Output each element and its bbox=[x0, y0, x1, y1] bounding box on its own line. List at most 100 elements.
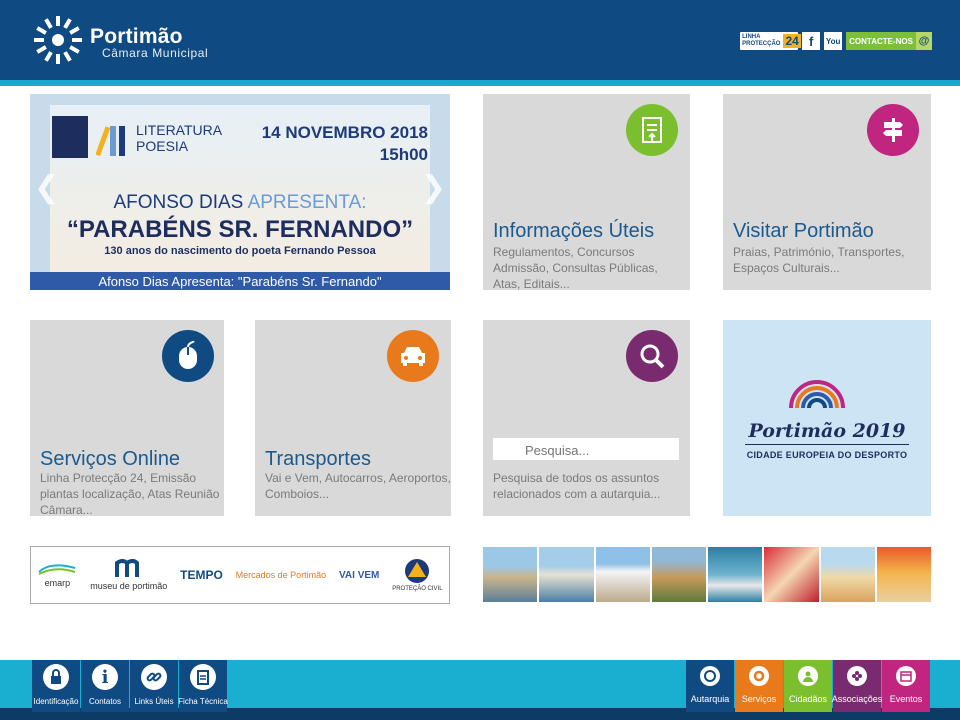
banner-date: 14 NOVEMBRO 2018 bbox=[261, 123, 428, 142]
tile-title: Visitar Portimão bbox=[733, 220, 874, 242]
mouse-icon bbox=[162, 330, 214, 382]
footer-label: Ficha Técnica bbox=[178, 697, 228, 706]
gallery-photo[interactable] bbox=[651, 547, 706, 602]
gear-icon bbox=[749, 666, 769, 686]
gallery-photo[interactable] bbox=[539, 547, 594, 602]
partner-museu[interactable]: museu de portimão bbox=[90, 559, 167, 591]
banner-category: LITERATURA POESIA bbox=[136, 122, 222, 154]
lock-icon bbox=[43, 664, 69, 690]
banner-category-line1: LITERATURA bbox=[136, 122, 223, 138]
banner-headline-plain: AFONSO DIAS bbox=[113, 192, 244, 213]
tile-pesquisa: Pesquisa de todos os assuntos relacionad… bbox=[483, 320, 690, 516]
partner-label: emarp bbox=[44, 578, 71, 588]
tile-informacoes-uteis[interactable]: Informações Úteis Regulamentos, Concurso… bbox=[483, 94, 690, 291]
tile-description: Regulamentos, Concursos Admissão, Consul… bbox=[493, 245, 658, 291]
footer-links-uteis-button[interactable]: Links Úteis bbox=[130, 660, 178, 712]
gallery-photo[interactable] bbox=[595, 547, 650, 602]
tile-servicos-online[interactable]: Serviços Online Linha Protecção 24, Emis… bbox=[30, 320, 224, 517]
partner-protecao-civil[interactable]: PROTEÇÃO CIVIL bbox=[392, 558, 443, 592]
tile-description: Vai e Vem, Autocarros, Aeroportos, Combo… bbox=[265, 471, 451, 501]
partner-label: VAI VEM bbox=[338, 569, 380, 581]
gallery-photo[interactable] bbox=[764, 547, 819, 602]
footer-associacoes-button[interactable]: Associações bbox=[831, 660, 883, 712]
linha-protecao-link[interactable]: LINHA PROTECÇÃO 24 bbox=[740, 32, 801, 50]
gallery-photo[interactable] bbox=[483, 547, 538, 602]
carousel-next-icon[interactable]: ❯ bbox=[421, 170, 446, 205]
footer-label: Autarquia bbox=[690, 694, 730, 704]
portimao-2019-logo-icon bbox=[789, 380, 845, 409]
footer-ficha-tecnica-button[interactable]: Ficha Técnica bbox=[178, 660, 228, 712]
tile-title: Informações Úteis bbox=[493, 220, 655, 242]
email-icon: @ bbox=[916, 32, 932, 50]
tile-description: Praias, Património, Transportes, Espaços… bbox=[733, 245, 905, 275]
footer-label: Eventos bbox=[889, 694, 923, 704]
banner-caption[interactable]: Afonso Dias Apresenta: "Parabéns Sr. Fer… bbox=[30, 272, 450, 290]
autarquia-icon bbox=[700, 666, 720, 686]
header-links: LINHA PROTECÇÃO 24 f You CONTACTE-NOS @ bbox=[740, 32, 932, 50]
site-header: Portimão Câmara Municipal LINHA PROTECÇÃ… bbox=[0, 0, 960, 80]
banner-time: 15h00 bbox=[379, 145, 428, 164]
brand-subtitle: Câmara Municipal bbox=[102, 46, 209, 60]
portimao-logo-icon[interactable] bbox=[32, 14, 84, 66]
footer-label: Serviços bbox=[741, 694, 777, 704]
partner-vai-vem[interactable]: VAI VEM bbox=[339, 570, 379, 581]
link-icon bbox=[141, 664, 167, 690]
partner-label: museu de portimão bbox=[90, 581, 168, 591]
contact-link[interactable]: CONTACTE-NOS @ bbox=[846, 32, 932, 50]
search-box bbox=[493, 438, 679, 462]
partner-label: TEMPO bbox=[180, 568, 223, 582]
partner-mercados[interactable]: Mercados de Portimão bbox=[236, 570, 327, 580]
search-input[interactable] bbox=[523, 438, 677, 462]
banner-datetime: 14 NOVEMBRO 2018 15h00 bbox=[262, 122, 428, 166]
tile-description: Pesquisa de todos os assuntos relacionad… bbox=[493, 471, 661, 501]
footer-contatos-button[interactable]: i Contatos bbox=[81, 660, 129, 712]
partner-label: PROTEÇÃO CIVIL bbox=[392, 586, 443, 592]
gallery-photo[interactable] bbox=[876, 547, 931, 602]
signpost-icon bbox=[867, 104, 919, 156]
partner-tempo[interactable]: TEMPO bbox=[180, 568, 223, 582]
footer-identificacao-button[interactable]: Identificação bbox=[32, 660, 80, 712]
footer-autarquia-button[interactable]: Autarquia bbox=[686, 660, 734, 712]
museu-logo-icon bbox=[114, 559, 139, 577]
search-icon[interactable] bbox=[626, 330, 678, 382]
gallery-photo[interactable] bbox=[820, 547, 875, 602]
sport-divider bbox=[745, 444, 909, 445]
footer-label: Cidadãos bbox=[788, 694, 828, 704]
footer-eventos-button[interactable]: Eventos bbox=[882, 660, 930, 712]
tile-title: Transportes bbox=[265, 448, 371, 470]
tile-title: Serviços Online bbox=[40, 448, 181, 470]
header-stripe bbox=[0, 80, 960, 86]
tile-transportes[interactable]: Transportes Vai e Vem, Autocarros, Aerop… bbox=[255, 320, 451, 516]
footer-servicos-button[interactable]: Serviços bbox=[735, 660, 783, 712]
tile-portimao-2019[interactable]: Portimão 2019 CIDADE EUROPEIA DO DESPORT… bbox=[723, 320, 931, 516]
banner-headline: AFONSO DIAS APRESENTA: bbox=[30, 192, 450, 214]
books-icon bbox=[96, 126, 125, 157]
partner-label: Mercados de Portimão bbox=[235, 570, 327, 580]
clipboard-icon bbox=[190, 664, 216, 690]
banner-subtitle: 130 anos do nascimento do poeta Fernando… bbox=[104, 245, 376, 257]
partner-emarp[interactable]: emarp bbox=[37, 562, 77, 588]
tile-description: Linha Protecção 24, Emissão plantas loca… bbox=[40, 471, 220, 517]
linha-protecao-label: LINHA PROTECÇÃO bbox=[742, 34, 781, 47]
footer-label: Identificação bbox=[33, 697, 79, 706]
gallery-photo[interactable] bbox=[708, 547, 763, 602]
flower-icon bbox=[847, 666, 867, 686]
emarp-logo-icon bbox=[38, 564, 76, 575]
event-banner-carousel[interactable]: LITERATURA POESIA 14 NOVEMBRO 2018 15h00… bbox=[30, 94, 450, 290]
museum-logo bbox=[52, 116, 88, 158]
footer-cidadaos-button[interactable]: Cidadãos bbox=[784, 660, 832, 712]
tile-visitar-portimao[interactable]: Visitar Portimão Praias, Património, Tra… bbox=[723, 94, 931, 290]
contact-label: CONTACTE-NOS bbox=[849, 36, 913, 46]
carousel-prev-icon[interactable]: ❮ bbox=[34, 170, 59, 205]
person-icon bbox=[798, 666, 818, 686]
footer-label: Contatos bbox=[88, 697, 122, 706]
banner-category-line2: POESIA bbox=[136, 138, 189, 154]
linha-protecao-number: 24 bbox=[783, 34, 801, 48]
document-icon bbox=[626, 104, 678, 156]
car-icon bbox=[387, 330, 439, 382]
facebook-icon[interactable]: f bbox=[802, 32, 821, 50]
photo-gallery-strip bbox=[483, 547, 931, 602]
sport-title: Portimão 2019 bbox=[748, 420, 906, 442]
footer-label: Associações bbox=[831, 694, 883, 704]
youtube-icon[interactable]: You bbox=[824, 32, 843, 50]
